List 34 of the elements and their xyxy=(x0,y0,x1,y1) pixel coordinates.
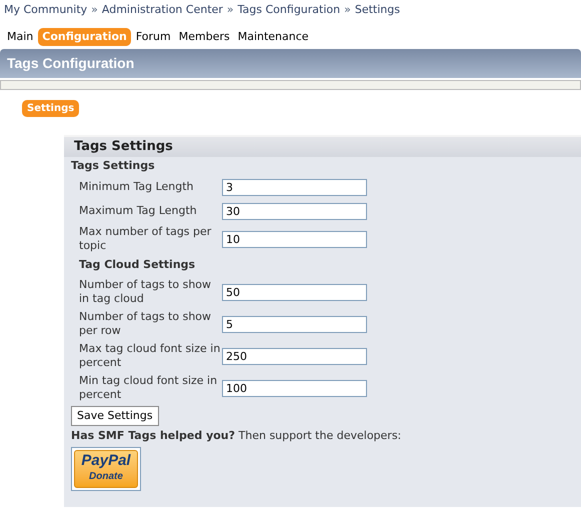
input-field[interactable]: 50 xyxy=(222,284,367,300)
input-field[interactable]: 30 xyxy=(222,202,367,220)
field-label: Max number of tags per topic xyxy=(79,225,212,253)
input-field[interactable]: 10 xyxy=(222,230,367,248)
breadcrumb-link[interactable]: Tags Configuration xyxy=(238,2,340,19)
field-label: Minimum Tag Length xyxy=(79,180,195,194)
panel-title: Tags Settings xyxy=(74,138,173,156)
field-label: Max tag cloud font size in percent xyxy=(79,342,222,370)
field-label: Maximum Tag Length xyxy=(79,204,198,218)
field-label: Number of tags to show per row xyxy=(79,310,212,338)
breadcrumb-link[interactable]: Settings xyxy=(354,2,400,19)
section-heading: Tags Settings xyxy=(71,158,155,174)
section-heading: Tag Cloud Settings xyxy=(79,257,196,274)
breadcrumb-separator: » xyxy=(344,2,351,18)
donate-label: Donate xyxy=(89,470,123,484)
page-title: Tags Configuration xyxy=(7,54,134,73)
menu-tab[interactable]: Forum xyxy=(132,28,174,46)
input-field[interactable]: 100 xyxy=(222,380,367,396)
menu-tab[interactable]: Members xyxy=(176,28,233,46)
breadcrumb-separator: » xyxy=(91,2,98,18)
paypal-label: PayPal xyxy=(81,453,131,469)
field-label: Number of tags to show in tag cloud xyxy=(79,278,212,306)
menu-tab[interactable]: Main xyxy=(4,28,36,46)
menu-tab[interactable]: Maintenance xyxy=(234,28,312,46)
breadcrumb-link[interactable]: My Community xyxy=(4,2,88,19)
donate-text: Has SMF Tags helped you? Then support the developers: xyxy=(71,429,402,442)
input-field[interactable]: 250 xyxy=(222,348,367,364)
save-button[interactable]: Save Settings xyxy=(71,406,159,426)
breadcrumb-separator: » xyxy=(226,2,234,18)
breadcrumb-link[interactable]: Administration Center xyxy=(102,2,223,19)
field-label: Min tag cloud font size in percent xyxy=(79,374,218,402)
input-field[interactable]: 3 xyxy=(222,178,367,196)
input-field[interactable]: 5 xyxy=(222,316,367,332)
donate-button[interactable]: PayPal Donate xyxy=(71,446,141,490)
